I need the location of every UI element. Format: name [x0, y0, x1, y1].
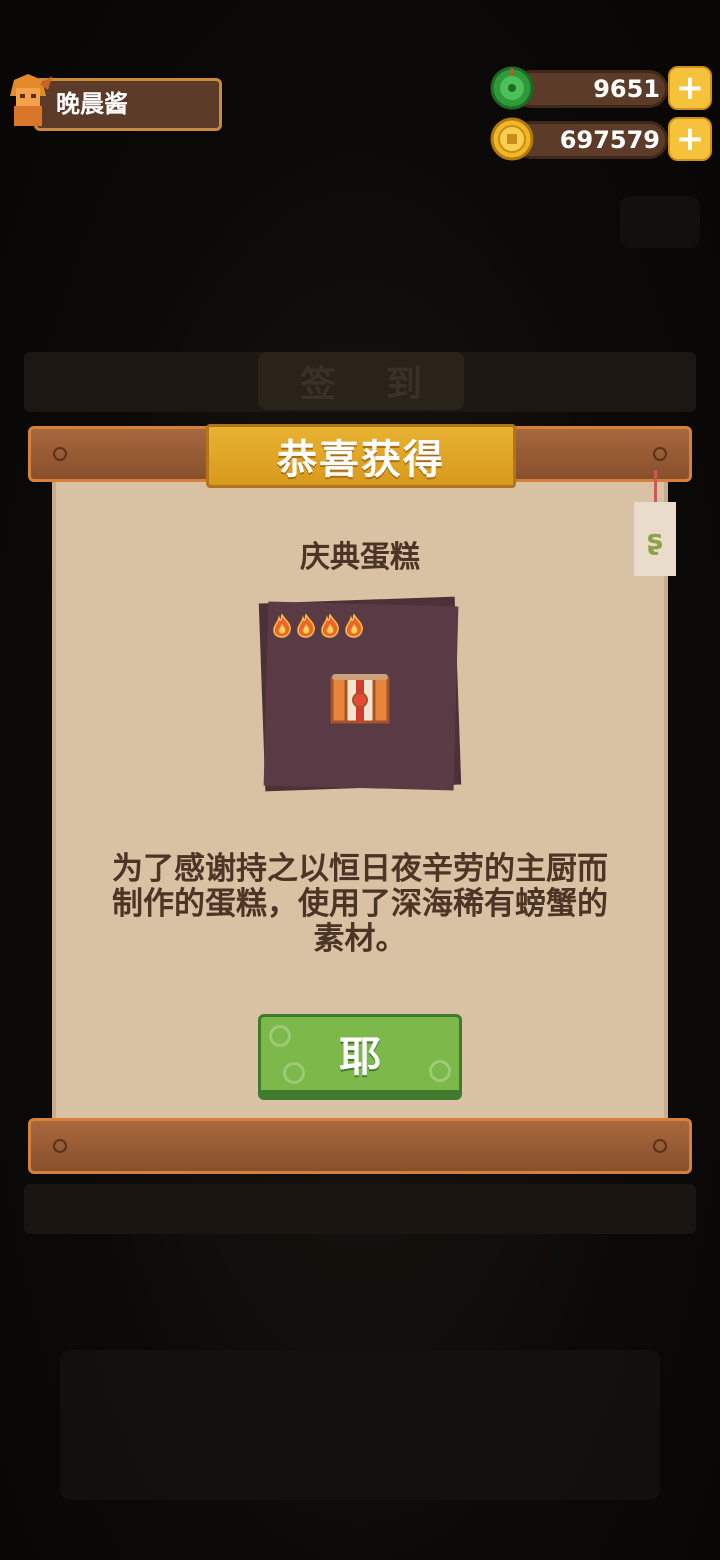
swirl-decoration-icon [269, 1025, 291, 1047]
nail-icon [53, 1139, 67, 1153]
scroll-bottom-rod [28, 1118, 692, 1174]
background-panel-title: 签到 [258, 352, 464, 410]
nail-icon [53, 447, 67, 461]
flame-icon [297, 614, 315, 638]
gold-amount: 697579 [559, 126, 660, 154]
player-avatar-icon[interactable] [4, 70, 52, 130]
jade-amount: 9651 [593, 75, 660, 103]
confirm-label: 耶 [338, 1032, 381, 1081]
player-name: 晚晨酱 [56, 90, 128, 118]
swirl-decoration-icon [429, 1060, 451, 1082]
confirm-button[interactable]: 耶 [258, 1014, 462, 1100]
add-jade-button[interactable]: + [668, 66, 712, 110]
jade-coin-icon [490, 66, 534, 110]
item-description: 为了感谢持之以恒日夜辛劳的主厨而制作的蛋糕，使用了深海稀有螃蟹的素材。 [112, 851, 608, 957]
background-board-bottom [24, 1184, 696, 1234]
item-name: 庆典蛋糕 [300, 540, 420, 575]
background-panel-title-char: 到 [386, 364, 423, 405]
popup-title: 恭喜获得 [206, 424, 516, 488]
nail-icon [653, 1139, 667, 1153]
add-gold-button[interactable]: + [668, 117, 712, 161]
swirl-decoration-icon [283, 1062, 305, 1084]
background-button-silhouette [620, 196, 700, 248]
flame-icon [345, 614, 363, 638]
celebration-cake-icon [330, 674, 390, 724]
plus-icon: + [675, 68, 705, 108]
nail-icon [653, 447, 667, 461]
flame-icon [321, 614, 339, 638]
tag-string [654, 470, 657, 504]
gold-coin-icon [490, 117, 534, 161]
plus-icon: + [675, 119, 705, 159]
flame-icon [273, 614, 291, 638]
background-counter-silhouette [60, 1350, 660, 1500]
background-panel-title-char: 签 [299, 364, 336, 405]
